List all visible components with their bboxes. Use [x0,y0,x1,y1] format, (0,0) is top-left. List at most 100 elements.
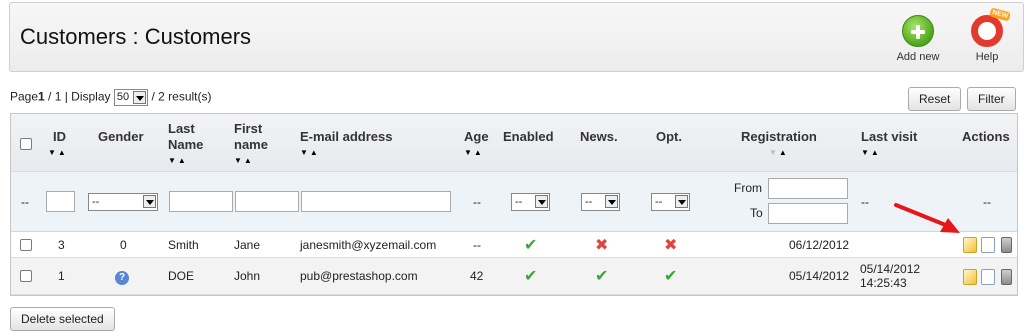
chevron-down-icon [133,91,147,104]
filter-gender-value: -- [92,196,100,208]
col-id-header: ID [53,129,66,144]
reset-button[interactable]: Reset [908,87,962,111]
news-cross-icon[interactable]: ✖ [595,235,608,255]
col-gender-header: Gender [98,129,144,144]
cell-age: -- [473,238,481,252]
edit-icon[interactable] [963,237,977,253]
cell-last-visit-date: 05/14/2012 [860,262,921,276]
cell-registration: 05/14/2012 [789,269,850,283]
news-check-icon[interactable]: ✔ [595,266,608,286]
col-firstname-header-2: name [234,137,268,152]
filter-news-select[interactable]: -- [581,193,620,211]
cell-registration: 06/12/2012 [789,238,850,252]
cell-email: pub@prestashop.com [300,269,418,283]
sort-registration-arrows[interactable]: ▼▲ [769,148,789,157]
lifebuoy-icon: NEW [971,7,1011,47]
display-count-select[interactable]: 50 [113,89,149,106]
row-checkbox[interactable] [20,239,32,251]
filter-opt-value: -- [655,196,663,208]
filter-enabled-select[interactable]: -- [511,193,550,211]
filter-enabled-value: -- [515,196,523,208]
col-actions-header: Actions [962,129,1010,144]
filter-opt-select[interactable]: -- [651,193,690,211]
sort-firstname-arrows[interactable]: ▼▲ [234,156,254,165]
select-all-checkbox[interactable] [20,138,32,150]
filter-id-input[interactable] [46,191,75,212]
new-badge: NEW [988,7,1011,22]
filter-from-label: From [734,181,762,195]
annotation-arrow-icon [894,203,960,233]
customers-table: ID ▼▲ Gender Last Name ▼▲ First name ▼▲ … [10,113,1018,296]
unknown-gender-icon: ? [115,271,129,285]
col-firstname-header-1: First [234,121,263,136]
filter-checkbox-placeholder: -- [21,195,29,209]
page-current: 1 [38,89,45,104]
pagination-bar: Page1 / 1 | Display 50 / 2 result(s) [10,89,211,106]
filter-actions-placeholder: -- [983,195,991,209]
add-icon [902,15,934,47]
chevron-down-icon [143,195,156,208]
help-button[interactable]: NEW Help [957,7,1017,63]
chevron-down-icon [605,195,618,208]
sort-id-arrows[interactable]: ▼▲ [48,148,68,157]
col-email-header: E-mail address [300,129,393,144]
opt-cross-icon[interactable]: ✖ [664,235,677,255]
cell-first-name: Jane [234,238,261,252]
delete-selected-button[interactable]: Delete selected [10,307,115,331]
sort-lastname-arrows[interactable]: ▼▲ [168,156,188,165]
col-lastname-header-1: Last [168,121,195,136]
cell-email: janesmith@xyzemail.com [300,238,437,252]
help-label: Help [975,51,999,63]
row-checkbox[interactable] [20,270,32,282]
filter-lastvisit-placeholder: -- [861,195,869,209]
sort-email-arrows[interactable]: ▼▲ [300,148,320,157]
trash-icon[interactable] [1001,237,1012,253]
sort-lastvisit-arrows[interactable]: ▼▲ [861,148,881,157]
results-count: / 2 result(s) [151,89,212,104]
page-rest: / 1 | Display [44,89,111,104]
cell-id: 1 [58,269,65,283]
cell-last-name: DOE [168,269,195,283]
chevron-down-icon [535,195,548,208]
cell-age: 42 [470,269,484,283]
filter-button[interactable]: Filter [967,87,1016,111]
col-enabled-header: Enabled [503,129,554,144]
trash-icon[interactable] [1001,269,1012,285]
filter-registration-from-input[interactable] [768,178,848,199]
cell-last-name: Smith [168,238,199,252]
filter-news-value: -- [585,196,593,208]
page-title: Customers : Customers [20,24,252,49]
filter-gender-select[interactable]: -- [88,193,158,211]
cell-gender: ? [115,269,129,285]
view-icon[interactable] [981,269,995,285]
cell-first-name: John [234,269,261,283]
table-filter-row: -- -- -- -- -- -- From To -- -- [11,172,1017,232]
filter-lastname-input[interactable] [169,191,233,212]
cell-last-visit-time: 14:25:43 [860,276,907,290]
enabled-check-icon[interactable]: ✔ [524,266,537,286]
filter-registration-to-input[interactable] [768,203,848,224]
display-count-value: 50 [116,91,130,103]
add-new-label: Add new [896,51,940,63]
edit-icon[interactable] [963,269,977,285]
filter-age-placeholder: -- [473,195,481,209]
col-lastvisit-header: Last visit [861,129,918,144]
sort-age-arrows[interactable]: ▼▲ [464,148,484,157]
view-icon[interactable] [981,237,995,253]
filter-firstname-input[interactable] [235,191,299,212]
col-opt-header: Opt. [656,129,682,144]
col-lastname-header-2: Name [168,137,204,152]
col-age-header: Age [464,129,489,144]
opt-check-icon[interactable]: ✔ [664,266,677,286]
filter-to-label: To [750,206,763,220]
table-row[interactable]: 1 ? DOE John pub@prestashop.com 42 ✔ ✔ ✔… [11,258,1017,295]
add-new-button[interactable]: Add new [888,15,948,63]
page-header: Customers : Customers Add new NEW Help [9,2,1024,72]
enabled-check-icon[interactable]: ✔ [524,235,537,255]
table-row[interactable]: 3 0 Smith Jane janesmith@xyzemail.com --… [11,232,1017,258]
cell-id: 3 [58,238,65,252]
page-prefix: Page [10,89,39,104]
filter-email-input[interactable] [301,191,451,212]
cell-gender: 0 [120,238,127,252]
table-header-row: ID ▼▲ Gender Last Name ▼▲ First name ▼▲ … [11,114,1017,172]
